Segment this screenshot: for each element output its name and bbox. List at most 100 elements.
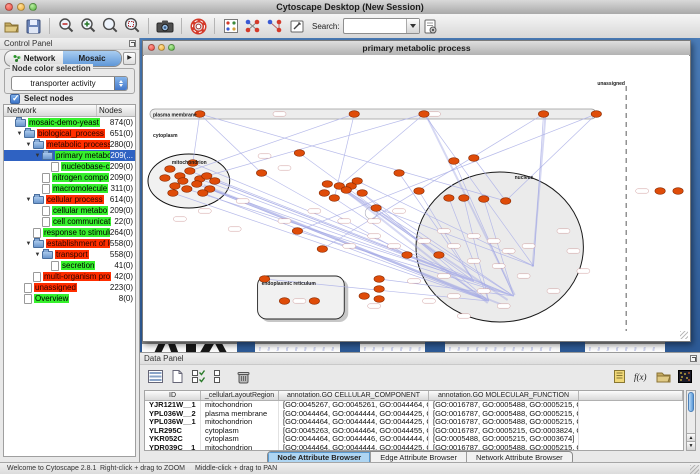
- table-row[interactable]: YJR121W__1mitochondrion[GO:0045267, GO:0…: [145, 401, 683, 410]
- close-view-button[interactable]: [148, 44, 155, 51]
- export-image-button[interactable]: [155, 16, 175, 36]
- attribute-list-button[interactable]: [609, 367, 629, 387]
- tree-row[interactable]: ▼transport558(0): [4, 249, 135, 260]
- node-color-select[interactable]: transporter activity: [11, 76, 128, 91]
- tree-row[interactable]: ▼biological_process651(0): [4, 128, 135, 139]
- graph-node[interactable]: [322, 181, 332, 188]
- graph-node[interactable]: [357, 190, 367, 197]
- zoom-selected-button[interactable]: [122, 16, 142, 36]
- open-session-button[interactable]: [1, 16, 21, 36]
- graph-node[interactable]: [210, 178, 220, 185]
- tree-row[interactable]: Overview8(0): [4, 293, 135, 304]
- zoom-out-button[interactable]: [56, 16, 76, 36]
- resize-grip[interactable]: [680, 331, 688, 339]
- graph-node[interactable]: [198, 190, 208, 197]
- graph-node[interactable]: [294, 150, 304, 157]
- table-row[interactable]: YDR039C__1mitochondrion[GO:0044464, GO:0…: [145, 444, 683, 452]
- table-row[interactable]: YPL036W__1mitochondrion[GO:0044464, GO:0…: [145, 418, 683, 427]
- scroll-down-button[interactable]: ▼: [687, 441, 695, 450]
- graph-node[interactable]: [292, 228, 302, 235]
- tab-overflow-button[interactable]: ▶: [123, 52, 136, 65]
- graph-node[interactable]: [168, 190, 178, 197]
- graph-node[interactable]: [341, 187, 351, 194]
- graph-node[interactable]: [538, 111, 548, 118]
- graph-node[interactable]: [500, 198, 510, 205]
- edit-network-nodes-button[interactable]: [243, 16, 263, 36]
- graph-node[interactable]: [434, 252, 444, 259]
- graph-node[interactable]: [469, 155, 479, 162]
- graph-node[interactable]: [319, 190, 329, 197]
- graph-node[interactable]: [402, 252, 412, 259]
- help-button[interactable]: [188, 16, 208, 36]
- edit-network-edges-button[interactable]: [265, 16, 285, 36]
- tree-row[interactable]: unassigned223(0): [4, 282, 135, 293]
- graph-node[interactable]: [673, 188, 683, 195]
- function-builder-button[interactable]: f(x): [631, 367, 651, 387]
- graph-node[interactable]: [444, 195, 454, 202]
- graph-edge[interactable]: [207, 114, 424, 176]
- graph-node[interactable]: [182, 186, 192, 193]
- table-row[interactable]: YKR052Ccytoplasm[GO:0044464, GO:0044446,…: [145, 435, 683, 444]
- attribute-table[interactable]: ID_cellularLayoutRegionannotation.GO CEL…: [144, 390, 684, 451]
- scrollbar-thumb[interactable]: [688, 392, 694, 412]
- graph-node[interactable]: [309, 298, 319, 305]
- import-attributes-button[interactable]: [653, 367, 673, 387]
- select-all-attributes-button[interactable]: [145, 367, 165, 387]
- graph-node[interactable]: [591, 111, 601, 118]
- minimize-view-button[interactable]: [158, 44, 165, 51]
- tree-column-network[interactable]: Network: [4, 105, 97, 116]
- float-panel-icon[interactable]: [129, 40, 136, 47]
- tree-row[interactable]: ▼metabolic process280(0): [4, 139, 135, 150]
- network-window-titlebar[interactable]: primary metabolic process: [143, 41, 690, 56]
- tree-row[interactable]: nitrogen compo209(0): [4, 172, 135, 183]
- tree-row[interactable]: multi-organism pro42(0): [4, 271, 135, 282]
- tree-row[interactable]: ▼primary metabol209(...: [4, 150, 135, 161]
- graph-node[interactable]: [352, 178, 362, 185]
- select-nodes-checkbox[interactable]: [10, 94, 20, 104]
- graph-node[interactable]: [459, 195, 469, 202]
- graph-node[interactable]: [414, 188, 424, 195]
- column-header[interactable]: annotation.GO MOLECULAR_FUNCTION: [429, 391, 579, 400]
- graph-node[interactable]: [165, 166, 175, 173]
- save-session-button[interactable]: [23, 16, 43, 36]
- zoom-view-button[interactable]: [168, 44, 175, 51]
- create-new-attribute-button[interactable]: [167, 367, 187, 387]
- network-canvas[interactable]: plasma membrane cytoplasm mitochondrion …: [144, 55, 689, 340]
- graph-node[interactable]: [256, 170, 266, 177]
- graph-node[interactable]: [170, 183, 180, 190]
- column-header[interactable]: ID: [145, 391, 201, 400]
- graph-node[interactable]: [394, 170, 404, 177]
- graph-node[interactable]: [419, 111, 429, 118]
- graph-edge[interactable]: [190, 114, 354, 171]
- expand-arrow-icon[interactable]: ▼: [24, 142, 33, 148]
- table-row[interactable]: YLR295Ccytoplasm[GO:0045263, GO:0044464,…: [145, 427, 683, 436]
- zoom-window-button[interactable]: [29, 3, 37, 11]
- graph-node[interactable]: [185, 168, 195, 175]
- graph-node[interactable]: [317, 246, 327, 253]
- column-header[interactable]: annotation.GO CELLULAR_COMPONENT: [279, 391, 429, 400]
- search-input[interactable]: [344, 20, 406, 32]
- graph-node[interactable]: [371, 205, 381, 212]
- graph-node[interactable]: [374, 286, 384, 293]
- expand-arrow-icon[interactable]: ▼: [24, 197, 33, 203]
- graph-node[interactable]: [279, 298, 289, 305]
- zoom-fit-button[interactable]: [100, 16, 120, 36]
- window-resize-grip[interactable]: [690, 465, 699, 474]
- graph-node[interactable]: [202, 173, 212, 180]
- tree-row[interactable]: ▼cellular process614(0): [4, 194, 135, 205]
- table-scrollbar[interactable]: ▲ ▼: [686, 390, 696, 451]
- minimize-window-button[interactable]: [17, 3, 25, 11]
- search-configure-button[interactable]: [421, 16, 441, 36]
- close-window-button[interactable]: [5, 3, 13, 11]
- graph-node[interactable]: [374, 276, 384, 283]
- tree-row[interactable]: macromolecule311(0): [4, 183, 135, 194]
- tree-row[interactable]: mosaic-demo-yeast874(0): [4, 117, 135, 128]
- tree-row[interactable]: cell communicat22(0): [4, 216, 135, 227]
- expand-arrow-icon[interactable]: ▼: [33, 153, 42, 159]
- network-window[interactable]: primary metabolic process: [142, 40, 691, 342]
- graph-node[interactable]: [160, 175, 170, 182]
- tree-row[interactable]: cellular metabo209(0): [4, 205, 135, 216]
- table-row[interactable]: YPL036W__2plasma membrane[GO:0044464, GO…: [145, 410, 683, 419]
- column-header[interactable]: _cellularLayoutRegion: [201, 391, 279, 400]
- attribute-matrix-button[interactable]: [675, 367, 695, 387]
